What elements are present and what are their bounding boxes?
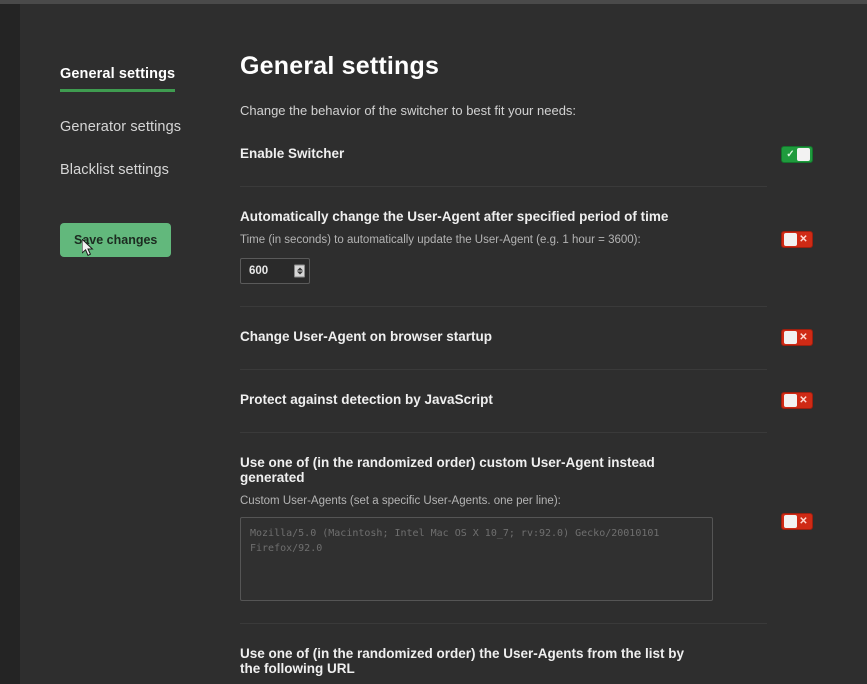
main-content: General settings Change the behavior of … bbox=[240, 4, 867, 684]
sidebar: General settings Generator settings Blac… bbox=[20, 4, 240, 684]
toggle-enable-switcher[interactable]: ✓ bbox=[781, 146, 813, 163]
toggle-knob bbox=[784, 394, 797, 407]
cross-icon: ✕ bbox=[799, 331, 808, 343]
cross-icon: ✕ bbox=[799, 515, 808, 527]
setting-label-protect-javascript: Protect against detection by JavaScript bbox=[240, 392, 493, 407]
sidebar-item-blacklist-settings[interactable]: Blacklist settings bbox=[60, 162, 169, 178]
save-changes-button[interactable]: Save changes bbox=[60, 223, 172, 257]
section-change-on-startup: Change User-Agent on browser startup ✕ bbox=[240, 329, 813, 370]
setting-label-change-on-startup: Change User-Agent on browser startup bbox=[240, 329, 493, 344]
sidebar-item-general-settings[interactable]: General settings bbox=[60, 66, 176, 92]
section-enable-switcher: Enable Switcher ✓ bbox=[240, 146, 813, 187]
number-stepper[interactable] bbox=[294, 264, 305, 278]
section-remote-user-agent-list: Use one of (in the randomized order) the… bbox=[240, 646, 767, 684]
setting-label-enable-switcher: Enable Switcher bbox=[240, 146, 345, 161]
chevron-up-icon bbox=[296, 267, 303, 271]
settings-page: General settings Generator settings Blac… bbox=[20, 4, 867, 684]
section-auto-change-interval: Automatically change the User-Agent afte… bbox=[240, 209, 813, 307]
section-custom-user-agents: Use one of (in the randomized order) cus… bbox=[240, 455, 813, 624]
setting-label-auto-change: Automatically change the User-Agent afte… bbox=[240, 209, 669, 224]
toggle-change-on-startup[interactable]: ✕ bbox=[781, 329, 813, 346]
toggle-knob bbox=[784, 233, 797, 246]
setting-desc-custom-user-agents: Custom User-Agents (set a specific User-… bbox=[240, 495, 561, 507]
toggle-knob bbox=[797, 148, 810, 161]
check-icon: ✓ bbox=[786, 148, 795, 160]
browser-window: General settings Generator settings Blac… bbox=[0, 0, 867, 684]
toggle-knob bbox=[784, 331, 797, 344]
setting-label-custom-user-agents: Use one of (in the randomized order) cus… bbox=[240, 455, 655, 485]
page-description: Change the behavior of the switcher to b… bbox=[240, 103, 577, 118]
chevron-down-icon bbox=[296, 271, 303, 275]
window-left-chrome bbox=[0, 4, 20, 684]
custom-user-agents-textarea[interactable] bbox=[240, 517, 713, 601]
sidebar-item-generator-settings[interactable]: Generator settings bbox=[60, 119, 181, 135]
cross-icon: ✕ bbox=[799, 394, 808, 406]
section-protect-javascript: Protect against detection by JavaScript … bbox=[240, 392, 813, 433]
cross-icon: ✕ bbox=[799, 233, 808, 245]
setting-label-remote-list: Use one of (in the randomized order) the… bbox=[240, 646, 685, 676]
toggle-custom-user-agents[interactable]: ✕ bbox=[781, 513, 813, 530]
toggle-auto-change[interactable]: ✕ bbox=[781, 231, 813, 248]
toggle-protect-javascript[interactable]: ✕ bbox=[781, 392, 813, 409]
setting-desc-auto-change: Time (in seconds) to automatically updat… bbox=[240, 234, 641, 246]
toggle-knob bbox=[784, 515, 797, 528]
interval-input-wrapper bbox=[240, 258, 310, 284]
page-title: General settings bbox=[240, 52, 440, 80]
